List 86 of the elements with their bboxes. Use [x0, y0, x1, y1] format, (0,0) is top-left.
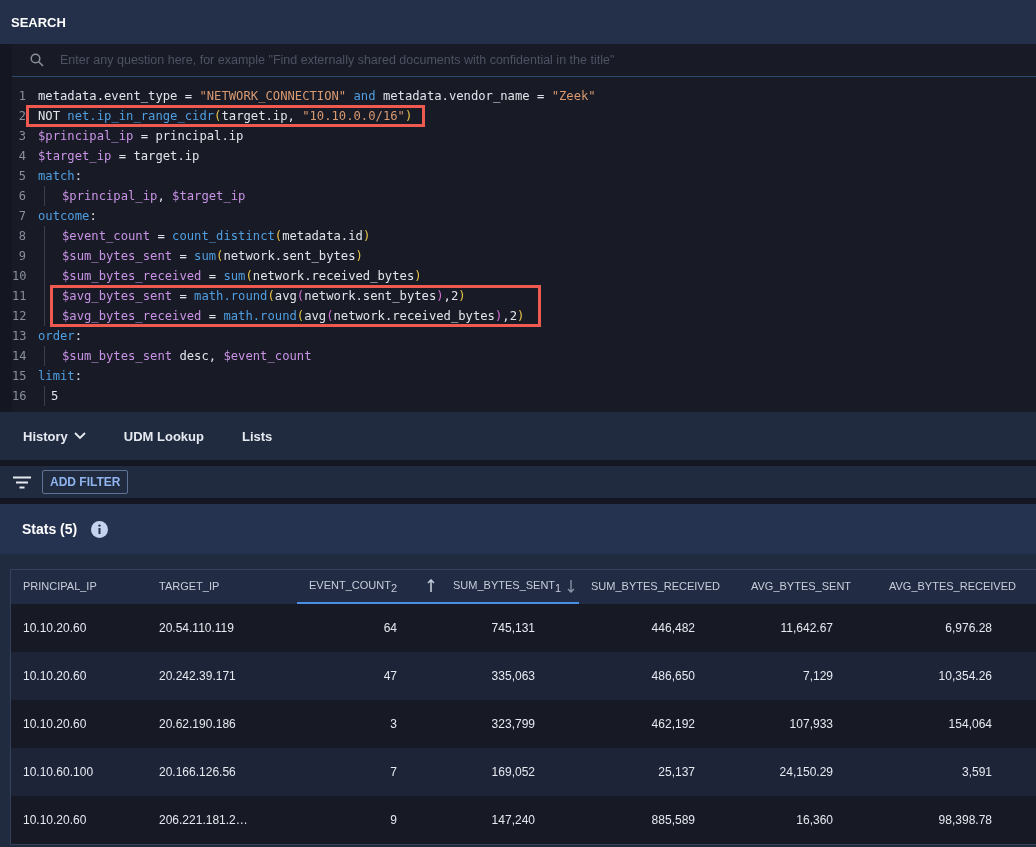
table-cell-text: 47 — [382, 668, 398, 685]
line-number: 1 — [17, 89, 27, 103]
tab[interactable]: Lists — [241, 428, 273, 444]
column-header[interactable]: SUM_BYTES_RECEIVED — [579, 570, 739, 604]
line-number: 12 — [12, 309, 28, 323]
table-cell-text: 20.242.39.171 — [158, 668, 237, 685]
table-cell-text: 147,240 — [490, 812, 536, 829]
query-editor[interactable] — [12, 44, 1036, 412]
down-arrow-icon[interactable] — [567, 579, 576, 593]
table-cell-text: 885,589 — [650, 812, 696, 829]
code-line: 1 metadata.event_type = "NETWORK_CONNECTION" and metadata.vendor_name = "Zeek" — [12, 86, 1036, 106]
table-cell-text: 20.54.110.119 — [158, 620, 235, 637]
table-cell-text: 20.62.190.186 — [158, 716, 237, 733]
column-header[interactable]: TARGET_IP — [147, 570, 297, 604]
table-cell-text: 745,131 — [490, 620, 536, 637]
column-header[interactable]: AVG_BYTES_SENT — [739, 570, 877, 604]
code-line: 7 outcome: — [12, 206, 1036, 226]
code-line: 3 $principal_ip = principal.ip — [12, 126, 1036, 146]
line-number: 8 — [17, 229, 27, 243]
chevron-icon — [73, 432, 86, 440]
table-cell-text: 206.221.181.2… — [158, 812, 249, 829]
table-cell-text: 64 — [382, 620, 398, 637]
search-field[interactable]: Enter any question here, for example "Find externally shared documents with confidential in the title" — [58, 52, 1036, 68]
line-number: 16 — [12, 389, 28, 403]
table-cell-text: 462,192 — [650, 716, 696, 733]
table-cell-text: 10.10.20.60 — [22, 812, 88, 829]
section-title: SEARCH — [11, 14, 66, 30]
code-line: 2 NOT net.ip_in_range_cidr(target.ip, "10.10.0.0/16") — [12, 106, 1036, 126]
table-cell-text: 6,976.28 — [944, 620, 993, 637]
table-cell-text: 107,933 — [788, 716, 834, 733]
table-cell-text: 10.10.20.60 — [22, 620, 88, 637]
table-cell-text: 10.10.60.100 — [22, 764, 95, 781]
info-icon[interactable] — [91, 520, 109, 538]
line-number: 14 — [12, 349, 28, 363]
line-number: 15 — [12, 369, 28, 383]
column-header[interactable]: AVG_BYTES_RECEIVED — [877, 570, 1036, 604]
table-cell-text: 7,129 — [801, 668, 834, 685]
code-line: 16 5 — [12, 386, 1036, 406]
code-line: 10 $sum_bytes_received = sum(network.received_bytes) — [12, 266, 1036, 286]
table-cell-text: 98,398.78 — [937, 812, 993, 829]
line-number: 5 — [17, 169, 27, 183]
code-line: 14 $sum_bytes_sent desc, $event_count — [12, 346, 1036, 366]
tab[interactable]: History — [23, 428, 86, 444]
add-filter-button[interactable]: ADD FILTER — [42, 470, 129, 494]
search-icon — [30, 53, 44, 67]
table-cell-text: 9 — [389, 812, 398, 829]
code-line: 9 $sum_bytes_sent = sum(network.sent_bytes) — [12, 246, 1036, 266]
line-number: 9 — [17, 249, 27, 263]
line-number: 3 — [17, 129, 27, 143]
code-line: 12 $avg_bytes_received = math.round(avg(network.received_bytes),2) — [12, 306, 1036, 326]
table-cell-text: 16,360 — [795, 812, 834, 829]
table-cell-text: 154,064 — [947, 716, 993, 733]
table-cell-text: 335,063 — [490, 668, 536, 685]
line-number: 11 — [12, 289, 28, 303]
table-cell-text: 7 — [389, 764, 398, 781]
table-cell-text: 3 — [389, 716, 398, 733]
code-line: 8 $event_count = count_distinct(metadata.id) — [12, 226, 1036, 246]
stats-title: Stats (5) — [22, 521, 78, 537]
code-line: 13 order: — [12, 328, 84, 345]
tab[interactable]: UDM Lookup — [123, 428, 204, 444]
line-number: 7 — [17, 209, 27, 223]
table-cell-text: 11,642.67 — [779, 620, 834, 637]
table-cell-text: 24,150.29 — [778, 764, 834, 781]
line-number: 6 — [17, 189, 27, 203]
table-cell-text: 25,137 — [657, 764, 696, 781]
line-number: 10 — [12, 269, 28, 283]
table-cell-text: 486,650 — [650, 668, 696, 685]
table-cell-text: 323,799 — [490, 716, 536, 733]
code-line: 15 limit: — [12, 368, 84, 385]
filter-icon[interactable] — [13, 475, 31, 489]
line-number: 4 — [17, 149, 27, 163]
up-arrow-icon[interactable] — [427, 579, 435, 593]
table-cell-text: 10.10.20.60 — [22, 668, 88, 685]
line-number: 13 — [12, 329, 28, 343]
table-cell-text: 3,591 — [960, 764, 993, 781]
line-number: 2 — [17, 109, 27, 123]
code-line: 5 match: — [12, 166, 1036, 186]
column-header[interactable]: PRINCIPAL_IP — [11, 570, 147, 604]
table-cell-text: 10.10.20.60 — [22, 716, 88, 733]
code-line: 11 $avg_bytes_sent = math.round(avg(network.sent_bytes),2) — [12, 286, 1036, 306]
code-line: 6 $principal_ip, $target_ip — [12, 186, 1036, 206]
table-cell-text: 20.166.126.56 — [158, 764, 237, 781]
table-cell-text: 446,482 — [650, 620, 696, 637]
table-cell-text: 10,354.26 — [937, 668, 993, 685]
table-cell-text: 169,052 — [490, 764, 536, 781]
code-line: 4 $target_ip = target.ip — [12, 146, 1036, 166]
